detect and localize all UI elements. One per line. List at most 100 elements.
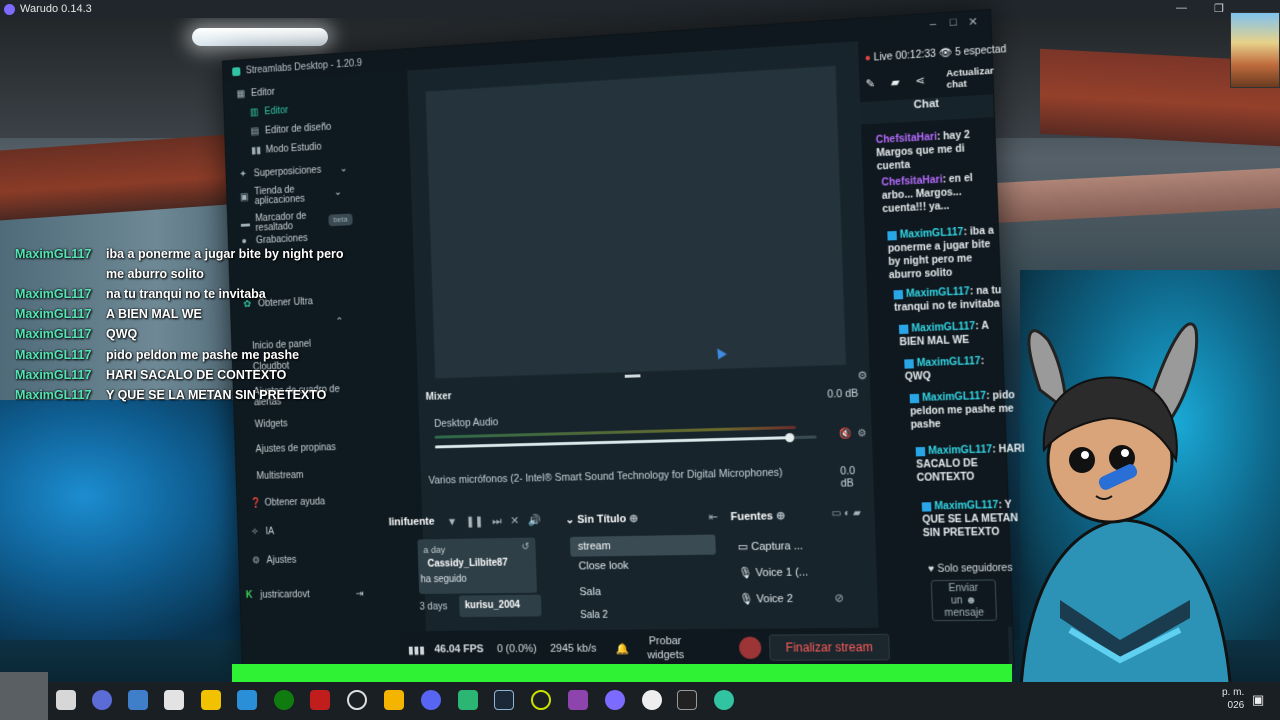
overlay-chat-user: MaximGL117 [15,327,92,341]
chevron-down-icon: ⌄ [565,514,578,527]
group-icon[interactable]: ▭ [831,508,841,519]
streamlabs-icon[interactable] [714,690,734,710]
source-item[interactable]: 🎙 Voice 2 [739,592,793,606]
activity-item-2[interactable]: kurisu_2004 [458,594,542,618]
file-explorer-icon[interactable] [384,690,404,710]
notification-icon[interactable]: ▣ [1252,692,1264,708]
audio-settings-icon[interactable]: ⚙ [857,428,867,439]
nav-layout-editor[interactable]: ▤ Editor de diseño [250,122,331,137]
source-item[interactable]: 🎙 Voice 1 (... [738,565,808,579]
nav-multistream[interactable]: Multistream [256,470,303,482]
browser-icon[interactable] [92,690,112,710]
pause-icon[interactable]: ❚❚ [466,516,484,528]
window-close-icon[interactable]: ✕ [968,15,978,29]
add-source-icon[interactable]: ⊕ [776,510,786,522]
mute-icon[interactable]: 🔇 [839,428,852,440]
edit-icon[interactable]: ✎ [865,78,875,91]
highlighter-icon: ▬ [240,218,251,230]
end-stream-button[interactable]: Finalizar stream [768,633,891,661]
skip-icon[interactable]: ⏭ [492,515,502,527]
activity-item[interactable]: a day Cassidy_Lilbite87 ha seguido ↺ [417,537,538,595]
overlay-chat-line: MaximGL117 HARI SACALO DE CONTEXTO [15,365,286,385]
collapse-icon[interactable]: ⇤ [708,510,718,523]
streamlabs-window: Streamlabs Desktop - 1.20.9 – □ ✕ ▦ Edito… [221,8,1025,672]
scene-item[interactable]: Close look [578,560,628,573]
voicemeeter-icon[interactable] [310,690,330,710]
game-icon[interactable] [568,690,588,710]
maximize-icon[interactable]: ❐ [1214,2,1224,15]
app-title: Warudo 0.14.3 [20,3,92,15]
minimize-icon[interactable]: — [1176,2,1187,14]
display-icon: ▭ [737,540,752,554]
mute-alerts-icon[interactable]: ✕ [510,515,519,527]
obs-icon[interactable] [347,690,367,710]
streamlabs-frame: Streamlabs Desktop - 1.20.9 – □ ✕ ▦ Edito… [221,8,1025,672]
camera-icon[interactable]: ▰ [891,76,900,89]
logout-icon[interactable]: ⇥ [356,589,364,600]
source-item[interactable]: ▭ Captura ... [737,539,803,553]
window-maximize-icon[interactable]: □ [950,16,957,29]
chat-app-icon[interactable] [458,690,478,710]
scenes-title[interactable]: ⌄ Sin Título ⊕ [565,512,638,526]
nav-app-store[interactable]: ▣ Tienda de aplicaciones ⌄ [240,183,342,208]
discord-icon[interactable] [421,690,441,710]
chat-input[interactable]: Enviar un ☻ mensaje [930,579,998,622]
xbox-icon[interactable] [274,690,294,710]
scene-item[interactable]: stream [569,534,716,557]
add-scene-icon[interactable]: ⊕ [629,513,638,525]
steam-icon[interactable] [494,690,514,710]
refresh-chat-button[interactable]: Actualizar chat [946,65,994,90]
emoji-icon[interactable]: ☻ [965,595,976,606]
task-view-icon[interactable] [56,690,76,710]
photos-icon[interactable] [128,690,148,710]
desktop-audio-slider[interactable] [434,435,817,449]
nav-editor[interactable]: ▥ Editor [250,105,289,118]
nav-tip-settings[interactable]: Ajustes de propinas [255,442,336,455]
nav-settings[interactable]: ⚙ Ajustes [252,555,297,566]
nav-collapse[interactable]: ⌃ [244,316,343,330]
nav-ai[interactable]: ✧ IA [251,526,275,538]
replay-icon[interactable]: ↺ [521,542,529,553]
chevron-down-icon: ⌄ [339,163,348,175]
chat-input-placeholder-1: Enviar [948,582,979,595]
record-button[interactable] [738,636,762,659]
image-editor-icon[interactable] [237,690,257,710]
filter-icon[interactable]: ▼ [447,516,458,528]
sticky-notes-icon[interactable] [201,690,221,710]
stats-icon[interactable]: ▮▮▮ [408,643,425,656]
nav-studio-mode[interactable]: ▮▮ Modo Estudio [251,142,322,157]
folder-icon[interactable]: ▰ [853,508,861,519]
store-icon[interactable] [164,690,184,710]
window-minimize-icon[interactable]: – [929,18,936,31]
vtube-icon[interactable] [642,690,662,710]
nav-help[interactable]: ❓ Obtener ayuda [250,497,325,509]
eye-icon: 👁 [938,47,953,60]
chat-username: ChefsitaHari [875,131,938,147]
bell-icon[interactable]: 🔔 [616,642,630,655]
nav-user[interactable]: Kjustricardovt ⇥ [246,589,364,601]
warudo-icon[interactable] [605,690,625,710]
mixer-settings-icon[interactable]: ⚙ [857,369,868,383]
chat-message: MaximGL117: A BIEN MAL WE [898,320,989,349]
stream-preview[interactable] [424,65,847,380]
scenes-dock: ⌄ Sin Título ⊕ stream Close look Sala Sa… [565,500,727,632]
test-widgets-button[interactable]: Probar widgets [647,634,685,662]
desktop-audio-slider-knob[interactable] [784,433,795,443]
scene-item[interactable]: Sala [579,586,601,598]
nav-overlays[interactable]: ✦ Superposiciones ⌄ [239,163,348,180]
nav-widgets[interactable]: Widgets [255,419,288,430]
scene-item[interactable]: Sala 2 [580,610,608,621]
audio-icon[interactable]: ◐ [844,508,851,519]
share-icon[interactable]: ⋖ [915,75,925,88]
nav-ai-label: IA [265,526,275,538]
volume-icon[interactable]: 🔊 [528,515,542,527]
visibility-off-icon[interactable]: ⊘ [834,591,844,604]
opera-gx-icon[interactable] [531,690,551,710]
game-thumbnail [1230,12,1280,88]
activity-item-action: ha seguido [420,573,467,586]
chat-username: ChefsitaHari [881,174,943,189]
preview-resize-handle[interactable] [624,374,641,378]
terminal-icon[interactable] [677,690,697,710]
nav-editor-group[interactable]: ▦ Editor [236,87,275,100]
nav-highlighter[interactable]: ▬ Marcador de resaltado beta [241,210,353,235]
